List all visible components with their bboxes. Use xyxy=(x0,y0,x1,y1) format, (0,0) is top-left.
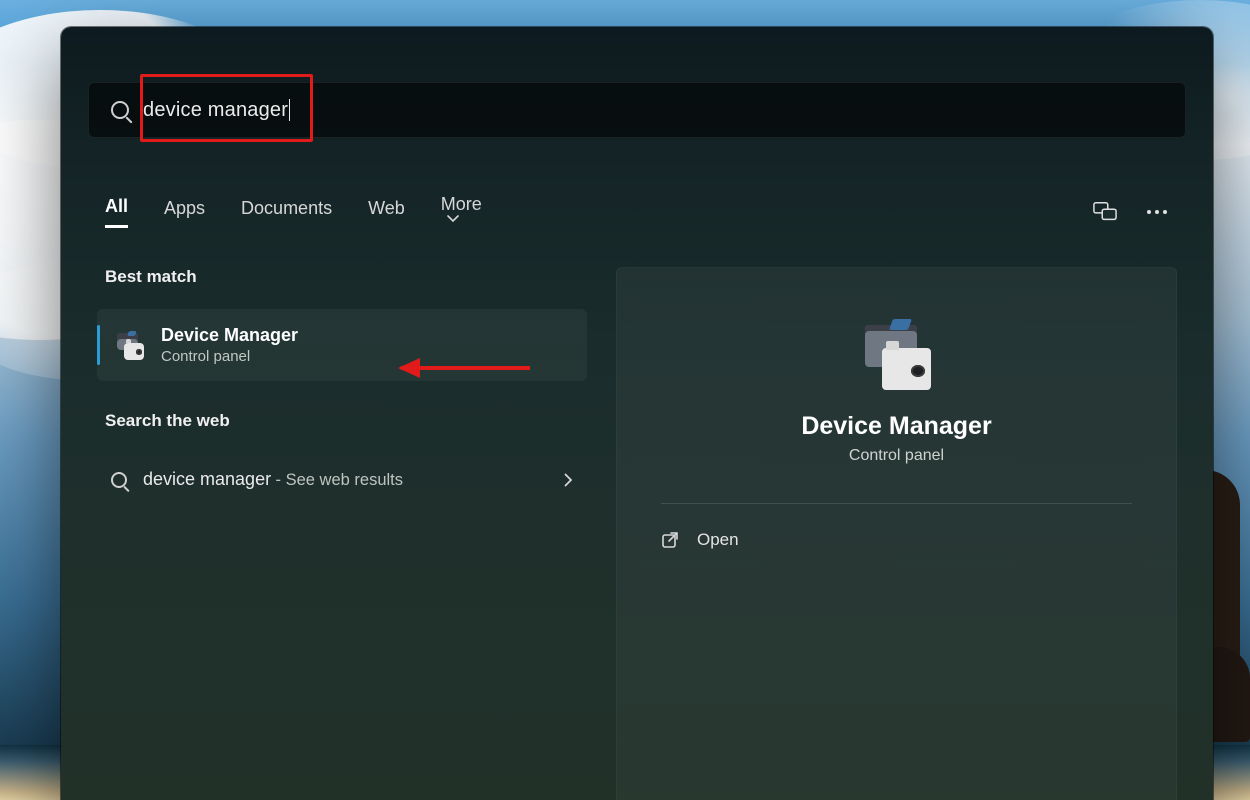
result-subtitle: Control panel xyxy=(161,348,298,365)
web-result[interactable]: device manager - See web results xyxy=(97,453,587,506)
device-manager-icon xyxy=(115,330,145,360)
filter-tabs: All Apps Documents Web More xyxy=(105,187,1169,237)
search-icon xyxy=(111,472,127,488)
more-options-icon[interactable] xyxy=(1145,200,1169,224)
open-icon xyxy=(661,531,679,549)
search-input-text: device manager xyxy=(143,99,288,122)
search-input[interactable]: device manager xyxy=(88,82,1186,138)
tab-documents[interactable]: Documents xyxy=(241,198,332,227)
open-label: Open xyxy=(697,530,739,550)
chevron-down-icon xyxy=(447,215,459,223)
tab-all[interactable]: All xyxy=(105,196,128,228)
tab-more-label: More xyxy=(441,194,482,214)
device-manager-icon-large xyxy=(861,318,933,390)
best-match-label: Best match xyxy=(105,267,587,287)
preview-title: Device Manager xyxy=(661,412,1132,441)
web-result-term: device manager xyxy=(143,469,271,489)
search-the-web-label: Search the web xyxy=(105,411,587,431)
text-caret xyxy=(289,99,290,121)
preview-subtitle: Control panel xyxy=(661,447,1132,465)
search-icon xyxy=(111,101,129,119)
tab-apps[interactable]: Apps xyxy=(164,198,205,227)
chevron-right-icon xyxy=(564,473,573,487)
windows-search-popup: device manager All Apps Documents Web Mo… xyxy=(61,27,1213,800)
feedback-icon[interactable] xyxy=(1093,200,1117,224)
result-title: Device Manager xyxy=(161,325,298,346)
preview-pane: Device Manager Control panel Open xyxy=(616,267,1177,800)
open-action[interactable]: Open xyxy=(661,504,1132,576)
tab-more[interactable]: More xyxy=(441,194,482,231)
tab-web[interactable]: Web xyxy=(368,198,405,227)
best-match-result[interactable]: Device Manager Control panel xyxy=(97,309,587,381)
web-result-suffix: - See web results xyxy=(276,471,403,489)
